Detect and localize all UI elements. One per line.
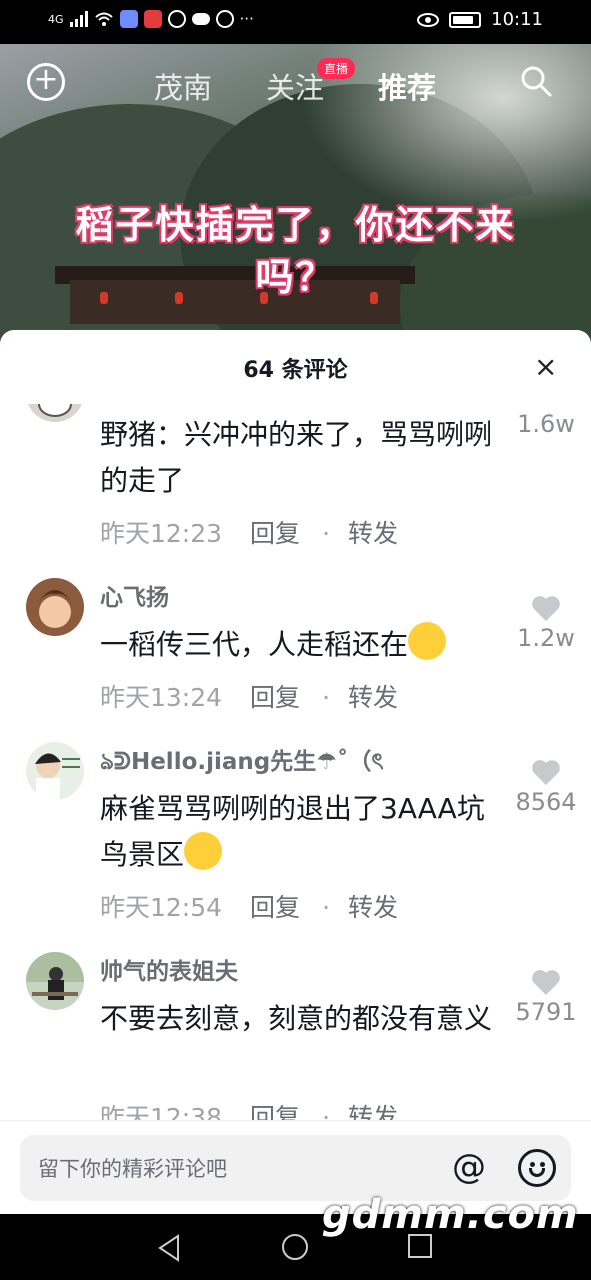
forward-button[interactable]: 转发 (348, 1103, 398, 1120)
watermark: gdmm.com (322, 1192, 579, 1238)
forward-button[interactable]: 转发 (348, 683, 398, 712)
live-badge[interactable]: 直播 (317, 58, 356, 79)
reply-button[interactable]: 回复 (250, 519, 300, 548)
like-count: 8564 (515, 788, 577, 816)
comment-text: 一稻传三代，人走稻还在 (100, 622, 510, 668)
signal-icon (69, 11, 88, 27)
video-caption-line1: 稻子快插完了，你还不来 (75, 203, 516, 247)
comment-meta: 昨天12:38 回复 · 转发 (100, 1098, 398, 1120)
comment-text-body: 麻雀骂骂咧咧的退出了3AAA坑鸟景区 (100, 792, 485, 871)
forward-button[interactable]: 转发 (348, 519, 398, 548)
like-control[interactable]: 1.2w (511, 594, 581, 652)
clock: 10:11 (491, 9, 543, 30)
eye-icon (417, 12, 440, 27)
separator-dot: · (322, 519, 331, 548)
battery-icon (449, 11, 482, 28)
like-control[interactable]: 1.6w (511, 404, 581, 438)
home-icon[interactable] (282, 1234, 308, 1260)
separator-dot: · (322, 683, 331, 712)
avatar[interactable] (26, 952, 84, 1010)
comment-text: 野猪：兴冲冲的来了，骂骂咧咧的走了 (100, 418, 493, 497)
network-type: 4G (48, 12, 64, 26)
emoji-picker-icon[interactable] (518, 1149, 556, 1187)
avatar[interactable] (26, 404, 84, 422)
hand-icon (215, 10, 234, 28)
laughing-crying-emoji-icon (184, 832, 223, 870)
heart-icon[interactable] (531, 594, 561, 622)
wifi-icon (94, 12, 113, 26)
like-count: 5791 (515, 998, 577, 1026)
reply-button[interactable]: 回复 (250, 893, 300, 922)
comment-time: 昨天12:23 (100, 519, 223, 548)
reply-button[interactable]: 回复 (250, 683, 300, 712)
comment-time: 昨天12:54 (100, 893, 223, 922)
reply-button[interactable]: 回复 (250, 1103, 300, 1120)
avatar[interactable] (26, 578, 84, 636)
comment-time: 昨天12:38 (100, 1103, 223, 1120)
tab-following[interactable]: 关注 (266, 65, 324, 107)
top-navigation: + 茂南 关注 直播 推荐 (0, 52, 591, 112)
at-mention-icon[interactable]: @ (452, 1149, 486, 1185)
comment-meta: 昨天12:54 回复 · 转发 (100, 888, 398, 924)
shush-emoji-icon (408, 622, 447, 660)
heart-icon[interactable] (531, 404, 561, 408)
heart-icon[interactable] (531, 968, 561, 996)
back-icon[interactable] (156, 1234, 182, 1262)
tab-recommend[interactable]: 推荐 (378, 65, 436, 107)
comment-meta: 昨天12:23 回复 · 转发 (100, 514, 398, 550)
comment-time: 昨天13:24 (100, 683, 223, 712)
avatar[interactable] (26, 742, 84, 800)
like-control[interactable]: 8564 (511, 758, 581, 816)
like-control[interactable]: 5791 (511, 968, 581, 1026)
video-caption-line2: 吗？ (255, 255, 336, 299)
forward-button[interactable]: 转发 (348, 893, 398, 922)
status-bar: 4G ··· 10:11 (0, 0, 591, 44)
comments-count-title: 64 条评论 (243, 358, 348, 383)
status-bar-left: 4G ··· (48, 10, 254, 28)
tab-local[interactable]: 茂南 (154, 65, 212, 107)
comment-text: 不要去刻意，刻意的都没有意义 (100, 1002, 493, 1035)
comment-input-placeholder: 留下你的精彩评论吧 (38, 1157, 227, 1181)
cloud-icon (191, 13, 210, 25)
comment-author[interactable]: 帅气的表姐夫 (100, 952, 238, 986)
like-count: 1.2w (517, 624, 575, 652)
comments-sheet: 64 条评论 × 野猪：兴冲冲的来了，骂骂咧咧的走了 昨天12:23 回复 · 转发 … (0, 330, 591, 1214)
more-dots-icon: ··· (239, 10, 254, 28)
comment-author[interactable]: ঌᕲHello.jiang先生☂˚（ৎ (100, 742, 384, 782)
comment-text: 麻雀骂骂咧咧的退出了3AAA坑鸟景区 (100, 786, 510, 878)
like-count: 1.6w (517, 410, 575, 438)
search-icon[interactable] (520, 65, 552, 97)
separator-dot: · (322, 893, 331, 922)
separator-dot: · (322, 1103, 331, 1120)
status-bar-right: 10:11 (417, 9, 543, 30)
close-icon[interactable]: × (534, 353, 557, 381)
comments-list[interactable]: 野猪：兴冲冲的来了，骂骂咧咧的走了 昨天12:23 回复 · 转发 1.6w 心飞扬 … (0, 404, 591, 1120)
music-app-icon (119, 10, 138, 28)
add-icon[interactable]: + (27, 63, 65, 101)
comment-meta: 昨天13:24 回复 · 转发 (100, 678, 398, 714)
vpn-icon (167, 10, 186, 28)
heart-icon[interactable] (531, 758, 561, 786)
comment-author[interactable]: 心飞扬 (100, 578, 169, 612)
news-app-icon (143, 10, 162, 28)
comment-text-body: 一稻传三代，人走稻还在 (100, 628, 409, 661)
